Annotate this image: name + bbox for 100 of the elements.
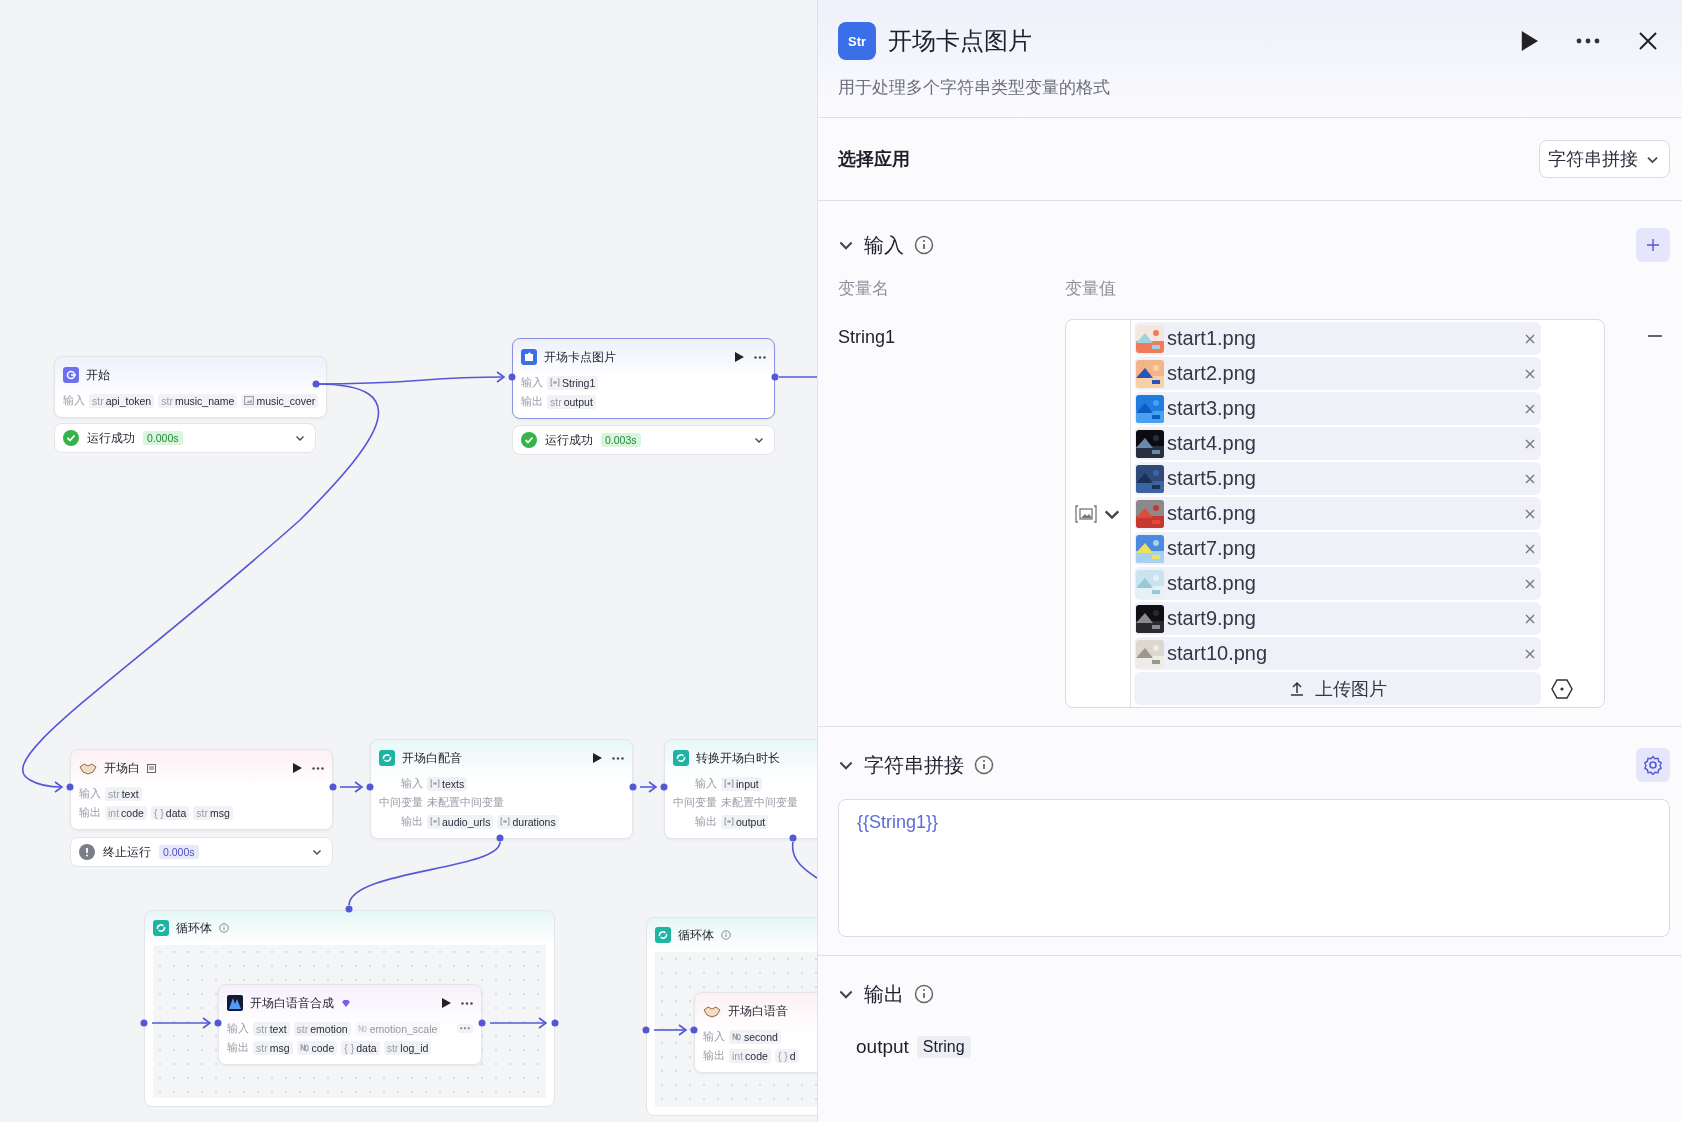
settings-button[interactable]: [1636, 748, 1670, 782]
type-label: { }: [344, 1041, 355, 1054]
remove-icon[interactable]: [1525, 333, 1535, 344]
port[interactable]: [312, 380, 320, 388]
play-icon[interactable]: [292, 763, 302, 773]
param-name: texts: [442, 777, 465, 790]
file-tag[interactable]: start4.png: [1134, 427, 1541, 460]
type-label: str: [296, 1022, 309, 1035]
image-icon[interactable]: [1075, 504, 1097, 523]
port[interactable]: [551, 1019, 559, 1027]
template-editor[interactable]: {{String1}}: [838, 799, 1670, 937]
file-tag[interactable]: start5.png: [1134, 462, 1541, 495]
empty-note: 未配置中间变量: [721, 795, 798, 810]
workflow-node[interactable]: 开场卡点图片 输入 String1 输出 str output: [512, 338, 775, 419]
chevron-icon[interactable]: [754, 435, 764, 445]
file-tag[interactable]: start7.png: [1134, 532, 1541, 565]
more-icon[interactable]: [312, 766, 324, 770]
port[interactable]: [478, 1019, 486, 1027]
status-label: 运行成功: [87, 430, 135, 446]
param-name: text: [121, 787, 139, 800]
port[interactable]: [771, 373, 779, 381]
upload-button[interactable]: 上传图片: [1134, 672, 1541, 705]
row-label: 输出: [694, 814, 717, 829]
param-name: output: [563, 395, 593, 408]
remove-icon[interactable]: [1525, 613, 1535, 624]
param-name: output: [736, 815, 766, 828]
file-tag[interactable]: start8.png: [1134, 567, 1541, 600]
run-status[interactable]: 运行成功 0.000s: [54, 423, 316, 453]
more-icon[interactable]: [461, 1001, 473, 1005]
file-name: start10.png: [1167, 642, 1269, 665]
port[interactable]: [345, 905, 353, 913]
param-name: emotion: [310, 1022, 348, 1035]
connector-arrow: [489, 1017, 548, 1029]
row-label: 输入: [703, 1029, 725, 1044]
file-tag[interactable]: start3.png: [1134, 392, 1541, 425]
remove-icon[interactable]: [1525, 473, 1535, 484]
port[interactable]: [329, 783, 337, 791]
remove-icon[interactable]: [1525, 543, 1535, 554]
add-button[interactable]: [1636, 228, 1670, 262]
more-icon[interactable]: [754, 355, 766, 359]
port[interactable]: [366, 783, 374, 791]
file-tag[interactable]: start2.png: [1134, 357, 1541, 390]
remove-icon[interactable]: [1525, 508, 1535, 519]
port[interactable]: [140, 1019, 148, 1027]
file-tag[interactable]: start9.png: [1134, 602, 1541, 635]
type-label: str: [108, 787, 120, 800]
more-icon[interactable]: [612, 756, 624, 760]
workflow-node[interactable]: 开场白语音合成 输入 str text str emotion emotion_scale 输出 str msg code { } data str log_id: [218, 984, 482, 1065]
connector: [778, 376, 817, 378]
row-label: 中间变量: [673, 795, 717, 810]
workflow-node[interactable]: 转换开场白时长 输入 input 中间变量 未配置中间变量 输出 output: [664, 739, 817, 839]
remove-icon[interactable]: [1525, 438, 1535, 449]
play-icon[interactable]: [592, 753, 602, 763]
play-icon[interactable]: [441, 998, 451, 1008]
panel-title: 开场卡点图片: [888, 26, 1032, 56]
port[interactable]: [789, 834, 797, 842]
port[interactable]: [642, 1026, 650, 1034]
port[interactable]: [629, 783, 637, 791]
port[interactable]: [214, 1019, 222, 1027]
remove-icon[interactable]: [1525, 648, 1535, 659]
row-label: 输入: [400, 776, 423, 791]
port[interactable]: [496, 834, 504, 842]
port[interactable]: [660, 783, 668, 791]
run-status[interactable]: 运行成功 0.003s: [512, 425, 775, 455]
param-name: code: [745, 1049, 768, 1062]
chevron-icon[interactable]: [312, 847, 322, 857]
workflow-node[interactable]: 开场白配音 输入 texts 中间变量 未配置中间变量 输出 audio_urls durations: [370, 739, 633, 839]
remove-icon[interactable]: [1525, 403, 1535, 414]
workflow-node[interactable]: 开始 输入 str api_token str music_name music_cover: [54, 356, 328, 418]
array-icon: [724, 779, 734, 788]
loop-icon: [379, 750, 395, 766]
port[interactable]: [66, 783, 74, 791]
file-tag[interactable]: start6.png: [1134, 497, 1541, 530]
param-name: durations: [512, 815, 556, 828]
file-tag[interactable]: start1.png: [1134, 322, 1541, 355]
loop-title: 循环体: [176, 919, 212, 937]
more-icon[interactable]: [460, 1027, 470, 1030]
node-title: 开场卡点图片: [544, 348, 616, 366]
remove-icon[interactable]: [1525, 578, 1535, 589]
info-icon: [974, 755, 994, 775]
chevron-icon[interactable]: [295, 433, 305, 443]
run-status[interactable]: 终止运行 0.000s: [70, 837, 333, 867]
row-label: 输出: [79, 805, 101, 820]
port[interactable]: [690, 1026, 698, 1034]
port[interactable]: [508, 373, 516, 381]
hexagon-icon[interactable]: [1551, 677, 1573, 700]
workflow-node[interactable]: 开场白语音 输入 second 输出 int code { } d: [694, 992, 817, 1073]
workflow-node[interactable]: 开场白 输入 str text 输出 int code { } data str msg: [70, 749, 333, 830]
param-name: api_token: [105, 394, 152, 407]
remove-icon[interactable]: [1525, 368, 1535, 379]
file-tag[interactable]: start10.png: [1134, 637, 1541, 670]
type-label: int: [108, 806, 120, 819]
app-select[interactable]: 字符串拼接: [1539, 140, 1670, 178]
type-tag: String: [916, 1036, 971, 1058]
play-icon[interactable]: [734, 352, 744, 362]
file-name: start1.png: [1167, 327, 1257, 350]
connector-arrow: [639, 781, 658, 793]
info-icon: [721, 930, 731, 940]
type-label: str: [550, 395, 562, 408]
param-name: music_name: [174, 394, 235, 407]
